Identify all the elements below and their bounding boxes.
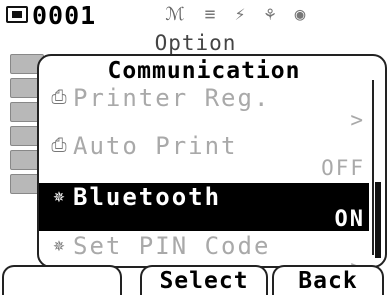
- auto-print-icon: ⎙: [51, 134, 67, 156]
- lamp-icon: ⚘: [264, 4, 276, 25]
- menu-item-auto-print[interactable]: ⎙ Auto Print OFF: [39, 132, 369, 180]
- status-bar: 0001 ℳ ≡ ⚡ ⚘ ◉: [0, 0, 391, 30]
- menu-item-label: Auto Print: [73, 132, 238, 160]
- battery-icon: ◉: [294, 4, 306, 25]
- flash-icon: ⚡: [234, 4, 246, 25]
- target-icon: ≡: [204, 4, 216, 25]
- back-button[interactable]: Back: [272, 265, 384, 295]
- menu-item-set-pin-code[interactable]: ✵ Set PIN Code >: [39, 232, 369, 266]
- menu-item-value: ON: [334, 207, 365, 232]
- bluetooth-icon: ✵: [53, 185, 65, 207]
- measurement-mode-icon: ℳ: [165, 4, 185, 25]
- menu-item-label: Set PIN Code: [73, 232, 271, 260]
- sample-icon: [6, 6, 28, 23]
- menu-item-label: Printer Reg.: [73, 84, 271, 112]
- menu-item-value: >: [350, 108, 365, 132]
- menu-item-printer-reg[interactable]: ⎙ Printer Reg. >: [39, 84, 369, 132]
- status-icons: ℳ ≡ ⚡ ⚘ ◉: [158, 3, 312, 27]
- menu-item-bluetooth[interactable]: ✵ Bluetooth ON: [39, 183, 369, 232]
- panel-title: Communication: [107, 58, 301, 84]
- page-title: Option: [154, 31, 237, 55]
- sample-number: 0001: [32, 1, 97, 30]
- softkey-left[interactable]: [2, 265, 122, 295]
- scrollbar-thumb[interactable]: [375, 182, 381, 258]
- printer-icon: ⎙: [51, 86, 67, 108]
- menu-item-value: OFF: [321, 156, 365, 180]
- communication-panel: Communication ⎙ Printer Reg. > ⎙ Auto Pr…: [37, 54, 387, 268]
- select-button[interactable]: Select: [140, 265, 268, 295]
- menu-item-label: Bluetooth: [73, 183, 222, 211]
- pin-code-icon: ✵: [53, 234, 65, 256]
